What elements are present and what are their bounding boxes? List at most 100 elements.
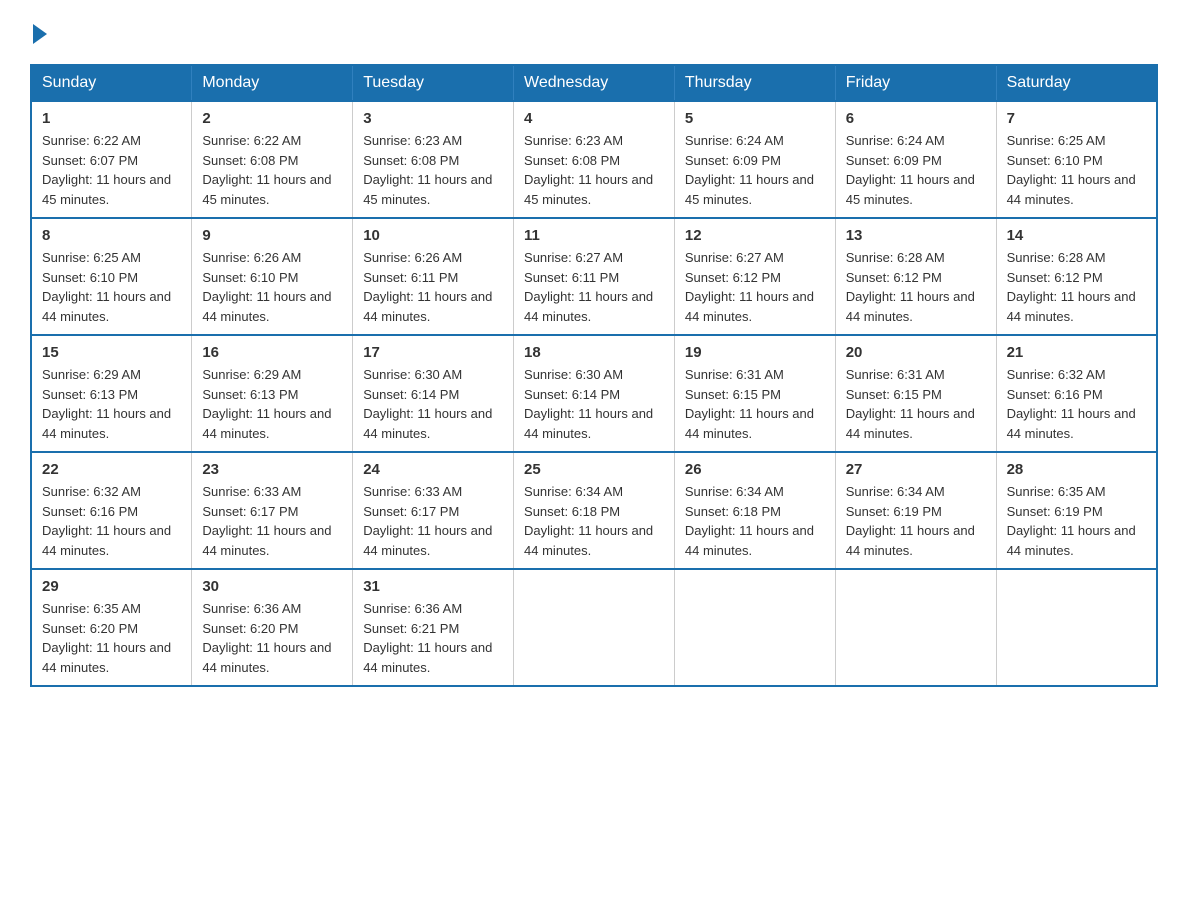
day-info: Sunrise: 6:32 AM Sunset: 6:16 PM Dayligh… [42, 482, 181, 560]
day-info: Sunrise: 6:23 AM Sunset: 6:08 PM Dayligh… [524, 131, 664, 209]
calendar-cell: 12 Sunrise: 6:27 AM Sunset: 6:12 PM Dayl… [674, 218, 835, 335]
calendar-cell: 8 Sunrise: 6:25 AM Sunset: 6:10 PM Dayli… [31, 218, 192, 335]
calendar-cell: 6 Sunrise: 6:24 AM Sunset: 6:09 PM Dayli… [835, 101, 996, 218]
day-info: Sunrise: 6:25 AM Sunset: 6:10 PM Dayligh… [42, 248, 181, 326]
calendar-table: SundayMondayTuesdayWednesdayThursdayFrid… [30, 64, 1158, 687]
calendar-cell: 17 Sunrise: 6:30 AM Sunset: 6:14 PM Dayl… [353, 335, 514, 452]
logo [30, 20, 49, 44]
calendar-header-friday: Friday [835, 65, 996, 101]
calendar-cell: 27 Sunrise: 6:34 AM Sunset: 6:19 PM Dayl… [835, 452, 996, 569]
day-number: 2 [202, 110, 342, 127]
calendar-cell: 28 Sunrise: 6:35 AM Sunset: 6:19 PM Dayl… [996, 452, 1157, 569]
calendar-cell [996, 569, 1157, 686]
day-number: 10 [363, 227, 503, 244]
day-info: Sunrise: 6:29 AM Sunset: 6:13 PM Dayligh… [42, 365, 181, 443]
day-number: 14 [1007, 227, 1146, 244]
day-number: 22 [42, 461, 181, 478]
calendar-cell: 31 Sunrise: 6:36 AM Sunset: 6:21 PM Dayl… [353, 569, 514, 686]
calendar-cell: 5 Sunrise: 6:24 AM Sunset: 6:09 PM Dayli… [674, 101, 835, 218]
day-number: 6 [846, 110, 986, 127]
day-info: Sunrise: 6:28 AM Sunset: 6:12 PM Dayligh… [1007, 248, 1146, 326]
calendar-week-4: 22 Sunrise: 6:32 AM Sunset: 6:16 PM Dayl… [31, 452, 1157, 569]
day-info: Sunrise: 6:27 AM Sunset: 6:12 PM Dayligh… [685, 248, 825, 326]
calendar-cell: 25 Sunrise: 6:34 AM Sunset: 6:18 PM Dayl… [514, 452, 675, 569]
day-info: Sunrise: 6:30 AM Sunset: 6:14 PM Dayligh… [524, 365, 664, 443]
day-number: 8 [42, 227, 181, 244]
day-number: 18 [524, 344, 664, 361]
day-info: Sunrise: 6:24 AM Sunset: 6:09 PM Dayligh… [846, 131, 986, 209]
day-number: 31 [363, 578, 503, 595]
calendar-cell: 18 Sunrise: 6:30 AM Sunset: 6:14 PM Dayl… [514, 335, 675, 452]
calendar-cell: 9 Sunrise: 6:26 AM Sunset: 6:10 PM Dayli… [192, 218, 353, 335]
day-number: 19 [685, 344, 825, 361]
calendar-cell: 15 Sunrise: 6:29 AM Sunset: 6:13 PM Dayl… [31, 335, 192, 452]
calendar-header-sunday: Sunday [31, 65, 192, 101]
day-info: Sunrise: 6:25 AM Sunset: 6:10 PM Dayligh… [1007, 131, 1146, 209]
calendar-cell: 4 Sunrise: 6:23 AM Sunset: 6:08 PM Dayli… [514, 101, 675, 218]
day-number: 23 [202, 461, 342, 478]
day-number: 30 [202, 578, 342, 595]
calendar-header-monday: Monday [192, 65, 353, 101]
calendar-cell: 24 Sunrise: 6:33 AM Sunset: 6:17 PM Dayl… [353, 452, 514, 569]
calendar-header-row: SundayMondayTuesdayWednesdayThursdayFrid… [31, 65, 1157, 101]
calendar-cell: 7 Sunrise: 6:25 AM Sunset: 6:10 PM Dayli… [996, 101, 1157, 218]
day-number: 17 [363, 344, 503, 361]
calendar-cell: 21 Sunrise: 6:32 AM Sunset: 6:16 PM Dayl… [996, 335, 1157, 452]
day-info: Sunrise: 6:35 AM Sunset: 6:20 PM Dayligh… [42, 599, 181, 677]
day-info: Sunrise: 6:23 AM Sunset: 6:08 PM Dayligh… [363, 131, 503, 209]
calendar-cell: 1 Sunrise: 6:22 AM Sunset: 6:07 PM Dayli… [31, 101, 192, 218]
day-info: Sunrise: 6:32 AM Sunset: 6:16 PM Dayligh… [1007, 365, 1146, 443]
logo-arrow-icon [33, 24, 47, 44]
day-info: Sunrise: 6:34 AM Sunset: 6:18 PM Dayligh… [524, 482, 664, 560]
day-info: Sunrise: 6:31 AM Sunset: 6:15 PM Dayligh… [846, 365, 986, 443]
day-number: 3 [363, 110, 503, 127]
day-number: 24 [363, 461, 503, 478]
calendar-header-tuesday: Tuesday [353, 65, 514, 101]
calendar-cell: 13 Sunrise: 6:28 AM Sunset: 6:12 PM Dayl… [835, 218, 996, 335]
calendar-week-5: 29 Sunrise: 6:35 AM Sunset: 6:20 PM Dayl… [31, 569, 1157, 686]
day-info: Sunrise: 6:34 AM Sunset: 6:19 PM Dayligh… [846, 482, 986, 560]
day-info: Sunrise: 6:26 AM Sunset: 6:10 PM Dayligh… [202, 248, 342, 326]
calendar-header-thursday: Thursday [674, 65, 835, 101]
day-number: 28 [1007, 461, 1146, 478]
calendar-cell: 23 Sunrise: 6:33 AM Sunset: 6:17 PM Dayl… [192, 452, 353, 569]
day-number: 11 [524, 227, 664, 244]
calendar-cell: 10 Sunrise: 6:26 AM Sunset: 6:11 PM Dayl… [353, 218, 514, 335]
day-number: 13 [846, 227, 986, 244]
calendar-cell: 14 Sunrise: 6:28 AM Sunset: 6:12 PM Dayl… [996, 218, 1157, 335]
calendar-cell: 22 Sunrise: 6:32 AM Sunset: 6:16 PM Dayl… [31, 452, 192, 569]
day-info: Sunrise: 6:31 AM Sunset: 6:15 PM Dayligh… [685, 365, 825, 443]
calendar-week-3: 15 Sunrise: 6:29 AM Sunset: 6:13 PM Dayl… [31, 335, 1157, 452]
calendar-cell [835, 569, 996, 686]
day-number: 15 [42, 344, 181, 361]
calendar-cell: 20 Sunrise: 6:31 AM Sunset: 6:15 PM Dayl… [835, 335, 996, 452]
calendar-cell: 11 Sunrise: 6:27 AM Sunset: 6:11 PM Dayl… [514, 218, 675, 335]
day-number: 20 [846, 344, 986, 361]
day-info: Sunrise: 6:28 AM Sunset: 6:12 PM Dayligh… [846, 248, 986, 326]
day-number: 29 [42, 578, 181, 595]
day-number: 25 [524, 461, 664, 478]
day-info: Sunrise: 6:33 AM Sunset: 6:17 PM Dayligh… [202, 482, 342, 560]
day-number: 26 [685, 461, 825, 478]
day-info: Sunrise: 6:27 AM Sunset: 6:11 PM Dayligh… [524, 248, 664, 326]
day-info: Sunrise: 6:36 AM Sunset: 6:21 PM Dayligh… [363, 599, 503, 677]
day-info: Sunrise: 6:30 AM Sunset: 6:14 PM Dayligh… [363, 365, 503, 443]
day-info: Sunrise: 6:35 AM Sunset: 6:19 PM Dayligh… [1007, 482, 1146, 560]
day-info: Sunrise: 6:26 AM Sunset: 6:11 PM Dayligh… [363, 248, 503, 326]
calendar-cell: 16 Sunrise: 6:29 AM Sunset: 6:13 PM Dayl… [192, 335, 353, 452]
day-number: 16 [202, 344, 342, 361]
calendar-cell [674, 569, 835, 686]
day-info: Sunrise: 6:22 AM Sunset: 6:08 PM Dayligh… [202, 131, 342, 209]
day-info: Sunrise: 6:36 AM Sunset: 6:20 PM Dayligh… [202, 599, 342, 677]
calendar-cell: 29 Sunrise: 6:35 AM Sunset: 6:20 PM Dayl… [31, 569, 192, 686]
day-number: 7 [1007, 110, 1146, 127]
day-number: 1 [42, 110, 181, 127]
day-number: 4 [524, 110, 664, 127]
day-number: 12 [685, 227, 825, 244]
day-info: Sunrise: 6:22 AM Sunset: 6:07 PM Dayligh… [42, 131, 181, 209]
day-number: 27 [846, 461, 986, 478]
calendar-header-saturday: Saturday [996, 65, 1157, 101]
calendar-cell: 2 Sunrise: 6:22 AM Sunset: 6:08 PM Dayli… [192, 101, 353, 218]
day-info: Sunrise: 6:33 AM Sunset: 6:17 PM Dayligh… [363, 482, 503, 560]
day-info: Sunrise: 6:24 AM Sunset: 6:09 PM Dayligh… [685, 131, 825, 209]
